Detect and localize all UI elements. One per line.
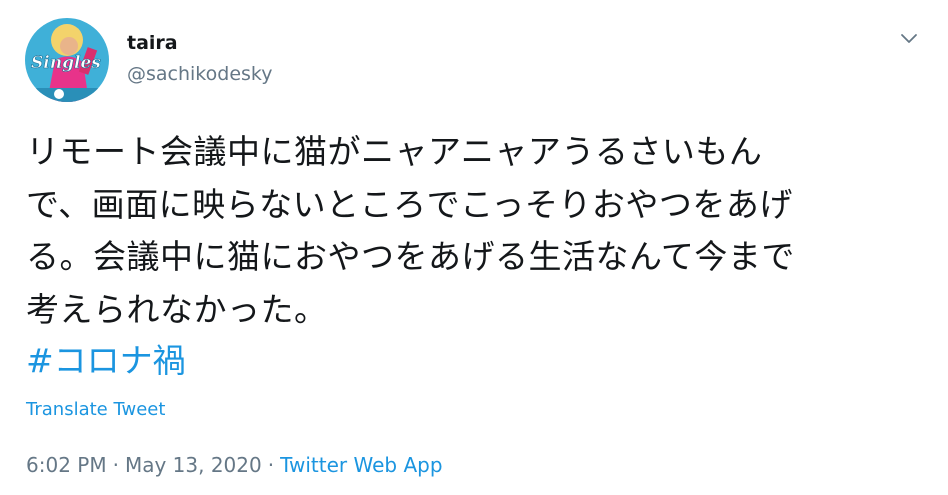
tweet-card: Singles taira @sachikodesky リモート会議中に猫がニャ…: [0, 0, 948, 495]
tweet-text-line: リモート会議中に猫がニャアニャアうるさいもん: [26, 132, 763, 171]
avatar[interactable]: Singles: [25, 18, 109, 102]
display-name[interactable]: taira: [127, 31, 178, 55]
tweet-menu-button[interactable]: [896, 28, 922, 48]
avatar-image: Singles: [25, 18, 109, 102]
tweet-time[interactable]: 6:02 PM: [26, 453, 107, 477]
hashtag-link[interactable]: #コロナ禍: [26, 335, 186, 387]
chevron-down-icon: [901, 34, 917, 43]
tweet-text-line: 考えられなかった。: [26, 289, 328, 329]
tweet-date[interactable]: May 13, 2020: [125, 453, 262, 477]
translate-tweet-link[interactable]: Translate Tweet: [26, 398, 165, 422]
tweet-text-line: で、画面に映らないところでこっそりおやつをあげ: [26, 184, 793, 224]
user-handle[interactable]: @sachikodesky: [127, 62, 272, 86]
tweet-text-line: る。会議中に猫におやつをあげる生活なんて今まで: [26, 237, 795, 276]
tweet-text: リモート会議中に猫がニャアニャアうるさいもん で、画面に映らないところでこっそり…: [26, 126, 926, 336]
tweet-metadata: 6:02 PM · May 13, 2020 · Twitter Web App: [26, 452, 443, 478]
tweet-source-link[interactable]: Twitter Web App: [280, 453, 442, 477]
separator: ·: [267, 453, 275, 477]
avatar-logo-text: Singles: [31, 53, 101, 73]
separator: ·: [112, 453, 119, 477]
